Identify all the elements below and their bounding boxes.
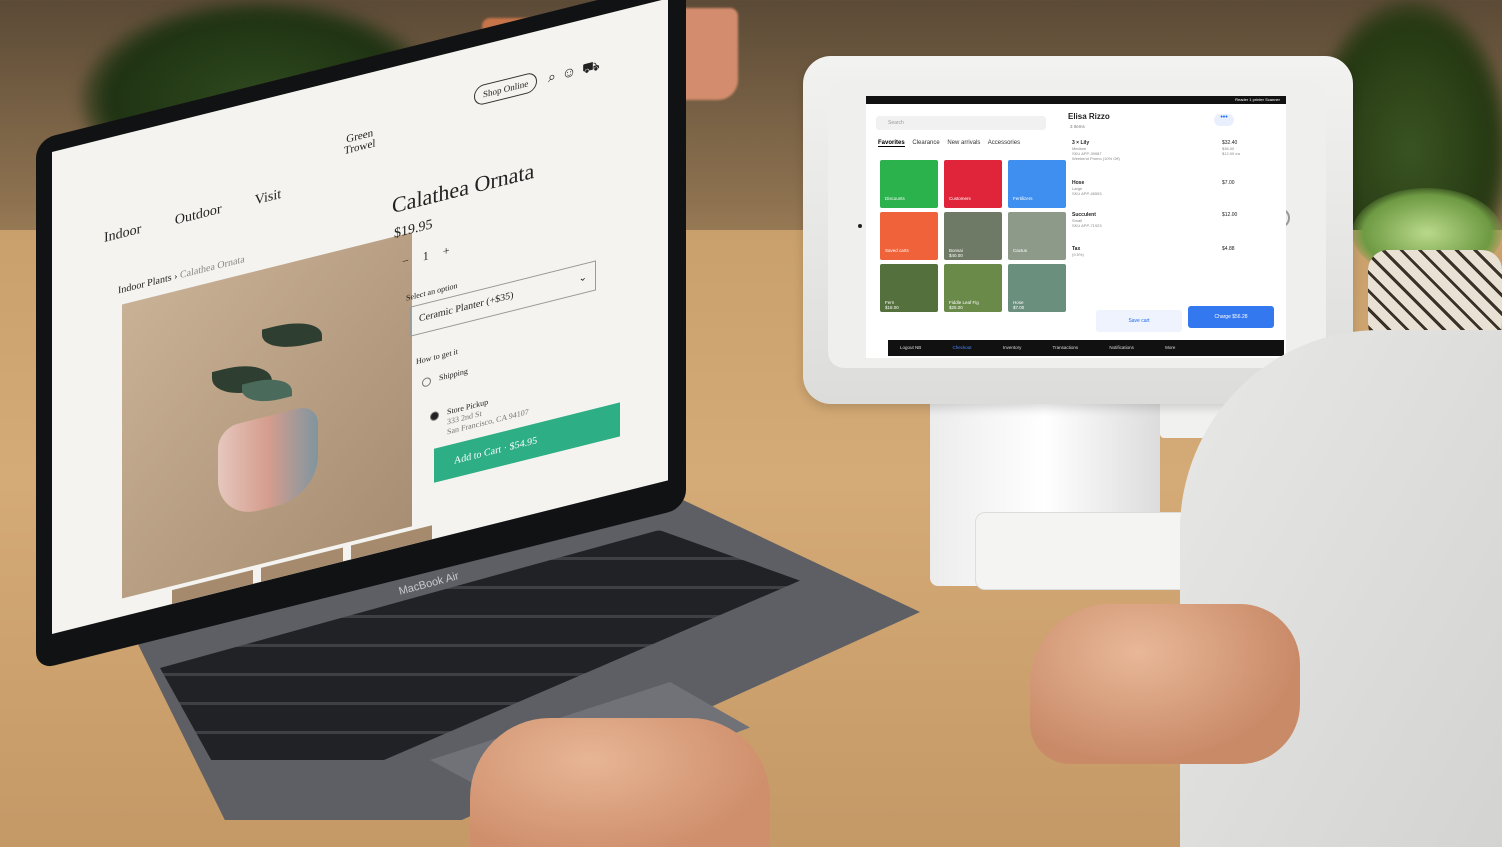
nav-checkout[interactable]: Checkout xyxy=(953,345,972,350)
tile-hose[interactable]: Hose $7.00 xyxy=(1008,264,1066,312)
nav-inventory[interactable]: Inventory xyxy=(1003,345,1022,350)
leaf xyxy=(262,314,322,356)
search-input[interactable]: Search xyxy=(876,116,1046,130)
cart-item[interactable]: Succulent Small SKU APP-71923 xyxy=(1072,212,1102,228)
save-cart-button[interactable]: Save cart xyxy=(1096,310,1182,332)
chevron-down-icon: ⌄ xyxy=(578,271,587,285)
header-icons: ⌕☺⛟ xyxy=(548,56,606,88)
tile-fern[interactable]: Fern $18.00 xyxy=(880,264,938,312)
tab-accessories[interactable]: Accessories xyxy=(988,140,1020,146)
charge-button[interactable]: Charge $56.28 xyxy=(1188,306,1274,328)
more-button[interactable]: ••• xyxy=(1214,114,1234,126)
camera xyxy=(858,224,862,228)
nav-outdoor[interactable]: Outdoor xyxy=(175,202,222,229)
item-count: 3 Items xyxy=(1070,124,1085,129)
status-bar: Reader 1 printer Scanner xyxy=(866,96,1286,104)
tax-amount: $4.88 xyxy=(1222,246,1235,252)
cart-icon[interactable]: ⛟ xyxy=(582,57,606,78)
tax-line: Tax (9.5%) xyxy=(1072,246,1084,257)
qty-plus-button[interactable]: + xyxy=(443,239,464,258)
cart-item[interactable]: 3 × Lily Medium SKU APP-39987 Weekend Pr… xyxy=(1072,140,1120,161)
site-logo[interactable]: Green Trowel xyxy=(344,127,375,157)
customer-name: Elisa Rizzo xyxy=(1068,112,1110,121)
nav-indoor[interactable]: Indoor xyxy=(104,222,141,246)
site-nav: Indoor Outdoor Visit xyxy=(104,179,311,247)
tile-discounts[interactable]: Discounts xyxy=(880,160,938,208)
qty-value: 1 xyxy=(422,244,443,264)
tab-new-arrivals[interactable]: New arrivals xyxy=(947,140,980,146)
nav-visit[interactable]: Visit xyxy=(255,187,281,209)
radio-selected-icon xyxy=(430,410,439,422)
resting-hand xyxy=(1030,604,1300,764)
option-select[interactable]: Ceramic Planter (+$35) ⌄ xyxy=(410,260,596,337)
nav-notifications[interactable]: Notifications xyxy=(1109,345,1134,350)
pot xyxy=(218,403,318,521)
shipping-option[interactable]: Shipping xyxy=(422,366,468,388)
tab-favorites[interactable]: Favorites xyxy=(878,140,905,147)
cart-item[interactable]: Hose Large SKU APP-46553 xyxy=(1072,180,1102,196)
cart-item-price: $12.00 xyxy=(1222,212,1238,218)
pos-screen: Reader 1 printer Scanner Search Favorite… xyxy=(866,96,1286,358)
tile-saved-carts[interactable]: Saved carts xyxy=(880,212,938,260)
breadcrumb-parent[interactable]: Indoor Plants xyxy=(118,272,172,296)
tab-clearance[interactable]: Clearance xyxy=(912,140,939,146)
product-price: $19.95 xyxy=(394,217,433,242)
nav-logout[interactable]: Logout NB xyxy=(900,345,921,350)
bottom-nav: Logout NB Checkout Inventory Transaction… xyxy=(888,340,1284,356)
category-tabs: Favorites Clearance New arrivals Accesso… xyxy=(878,140,1026,147)
tile-bonsai[interactable]: Bonsai $40.00 xyxy=(944,212,1002,260)
nav-more[interactable]: More xyxy=(1165,345,1175,350)
nav-transactions[interactable]: Transactions xyxy=(1053,345,1079,350)
cart-item-price: $7.00 xyxy=(1222,180,1235,186)
account-icon[interactable]: ☺ xyxy=(562,63,582,83)
cart-item-price: $32.40 $36.00 $12.00 ea xyxy=(1222,140,1240,156)
radio-icon xyxy=(422,376,431,388)
tile-fiddle-leaf-fig[interactable]: Fiddle Leaf Fig $25.00 xyxy=(944,264,1002,312)
tile-cactus[interactable]: Cactus xyxy=(1008,212,1066,260)
tile-customers[interactable]: Customers xyxy=(944,160,1002,208)
tile-fertilizers[interactable]: Fertilizers xyxy=(1008,160,1066,208)
product-title: Calathea Ornata xyxy=(392,157,535,219)
search-icon[interactable]: ⌕ xyxy=(548,68,562,86)
person-sleeve xyxy=(1180,330,1502,847)
hand-on-trackpad xyxy=(470,718,770,847)
fulfillment-label: How to get it xyxy=(416,346,458,367)
shop-online-button[interactable]: Shop Online xyxy=(474,71,538,107)
